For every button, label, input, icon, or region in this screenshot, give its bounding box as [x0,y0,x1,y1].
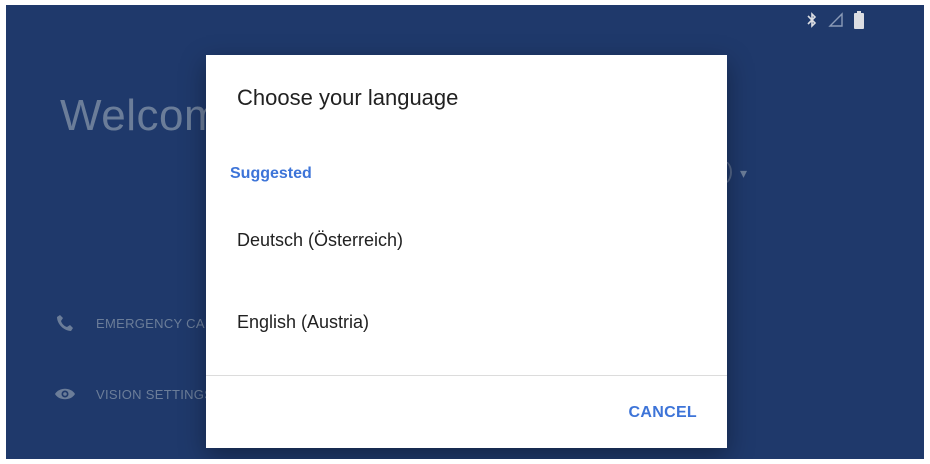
dialog-divider [206,375,727,376]
language-item-deutsch-oesterreich[interactable]: Deutsch (Österreich) [206,210,727,270]
suggested-section-label: Suggested [230,165,312,182]
language-dialog: Choose your language Suggested Deutsch (… [206,55,727,448]
setup-screen: Welcome ) ▾ EMERGENCY CALL VISION SETTIN… [6,5,924,459]
language-item-label: English (Austria) [237,311,370,332]
cancel-button[interactable]: CANCEL [621,395,705,431]
language-item-english-austria[interactable]: English (Austria) [206,292,727,352]
language-item-label: Deutsch (Österreich) [237,229,404,250]
dialog-title: Choose your language [237,85,459,110]
